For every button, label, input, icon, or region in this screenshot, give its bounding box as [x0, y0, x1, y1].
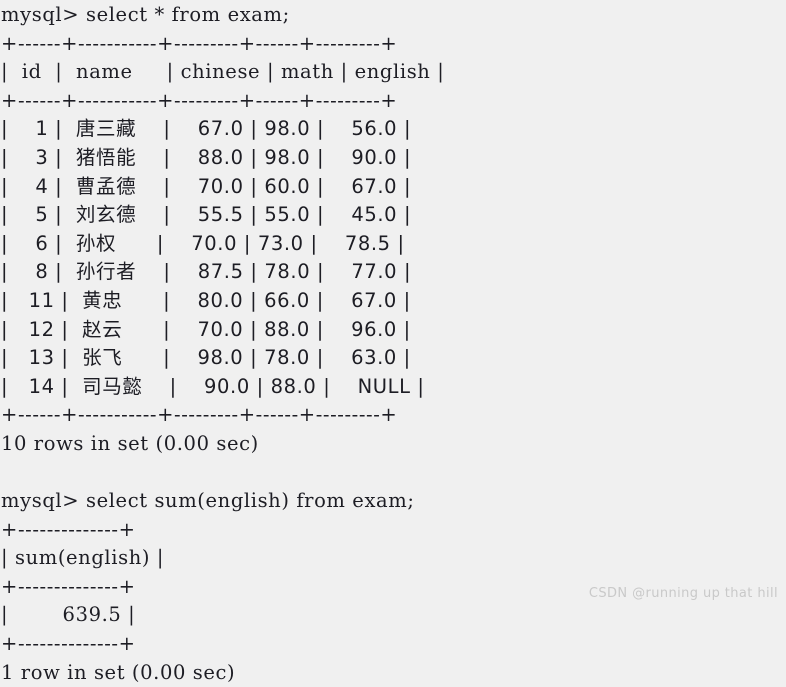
csdn-watermark: CSDN @running up that hill: [588, 586, 778, 601]
query1-separator-top: +------+-----------+---------+------+---…: [1, 31, 398, 55]
table-row: | 8 | 孙行者 | 87.5 | 78.0 | 77.0 |: [1, 260, 412, 284]
table-row: | 13 | 张飞 | 98.0 | 78.0 | 63.0 |: [1, 346, 411, 370]
table-row: | 1 | 唐三藏 | 67.0 | 98.0 | 56.0 |: [1, 117, 412, 141]
table-row: | 6 | 孙权 | 70.0 | 73.0 | 78.5 |: [1, 231, 405, 255]
query2-header-row: | sum(english) |: [1, 546, 165, 570]
query2-value-row: | 639.5 |: [1, 603, 136, 627]
query1-result-line: 10 rows in set (0.00 sec): [1, 431, 259, 455]
table-row: | 11 | 黄忠 | 80.0 | 66.0 | 67.0 |: [1, 288, 411, 312]
query1-separator-bottom: +------+-----------+---------+------+---…: [1, 403, 398, 427]
terminal-window: mysql> select * from exam; +------+------…: [0, 0, 786, 684]
query2-separator-top: +--------------+: [1, 517, 136, 541]
query1-separator-mid: +------+-----------+---------+------+---…: [1, 88, 398, 112]
query1-command: mysql> select * from exam;: [1, 3, 290, 26]
query2-command: mysql> select sum(english) from exam;: [1, 489, 415, 513]
table-row: | 12 | 赵云 | 70.0 | 88.0 | 96.0 |: [1, 317, 411, 341]
query2-separator-bottom: +--------------+: [1, 632, 136, 656]
table-row: | 5 | 刘玄德 | 55.5 | 55.0 | 45.0 |: [1, 203, 412, 227]
query2-result-line: 1 row in set (0.00 sec): [1, 660, 236, 684]
table-row: | 3 | 猪悟能 | 88.0 | 98.0 | 90.0 |: [1, 145, 412, 169]
query1-header-row: | id | name | chinese | math | english |: [1, 60, 445, 84]
console-output: mysql> select * from exam; +------+------…: [1, 1, 786, 687]
table-row: | 14 | 司马懿 | 90.0 | 88.0 | NULL |: [1, 374, 425, 398]
table-row: | 4 | 曹孟德 | 70.0 | 60.0 | 67.0 |: [1, 174, 412, 198]
